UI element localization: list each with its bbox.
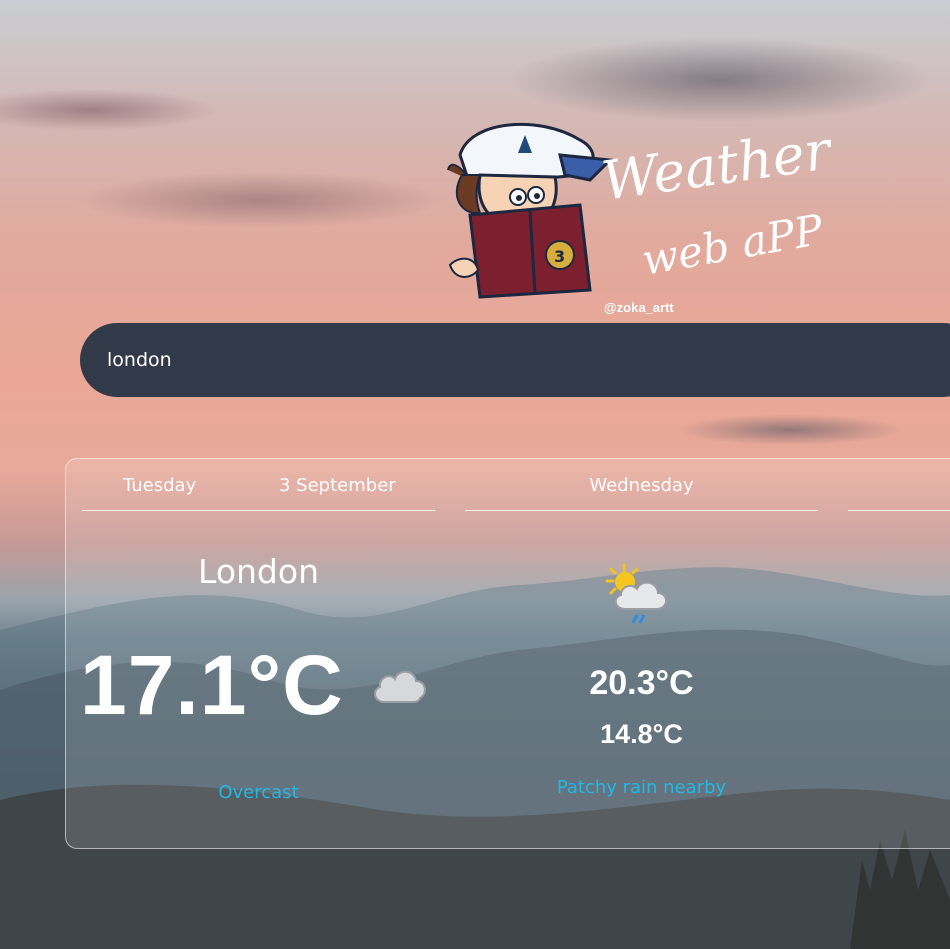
search-bar[interactable] [80,323,950,397]
sun-cloud-rain-icon [605,563,667,624]
tomorrow-min-temperature: 14.8°C [600,719,683,749]
today-day: Tuesday [123,475,197,496]
tomorrow-header: Wednesday [465,459,818,511]
mascot-illustration [447,122,614,299]
logo-title-line2: web aPP [638,205,827,285]
mascot-book-badge: 3 [554,247,565,266]
today-date: 3 September [279,475,396,496]
cloud-icon [374,670,426,703]
next-day-header [848,459,950,511]
artist-handle: @zoka_artt [604,300,674,315]
forecast-card: Tuesday 3 September Wednesday London 17.… [65,458,950,849]
tomorrow-max-temperature: 20.3°C [589,664,694,702]
tomorrow-condition: Patchy rain nearby [556,777,727,798]
today-header: Tuesday 3 September [82,459,435,511]
tomorrow-day: Wednesday [589,475,694,496]
city-search-input[interactable] [105,348,909,372]
app-logo: Weather web aPP 3 [447,118,837,299]
current-condition: Overcast [218,782,299,803]
current-temperature: 17.1°C [80,638,344,732]
logo-title-line1: Weather [598,118,837,213]
city-name: London [198,552,319,591]
